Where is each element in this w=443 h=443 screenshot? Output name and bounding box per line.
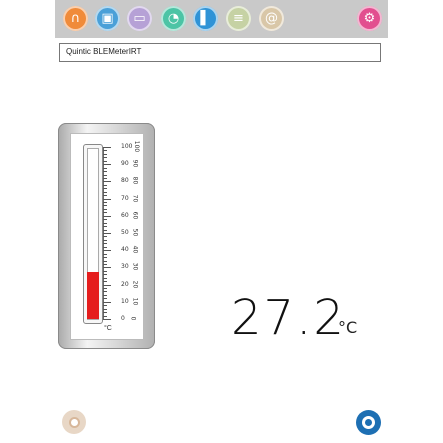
gauge-icon[interactable]: ◔: [161, 6, 186, 31]
scale-tick: [103, 229, 107, 231]
scale-label: 100: [121, 143, 133, 150]
scale-tick: [103, 171, 107, 173]
scale-label-rotated: 20: [131, 280, 139, 288]
scale-label: 20: [121, 280, 129, 288]
thermometer-mercury: [87, 272, 99, 319]
scale-tick: [103, 243, 107, 245]
scale-label-rotated: 100: [133, 140, 141, 153]
scale-label: 40: [121, 246, 129, 254]
scale-tick: [103, 236, 107, 238]
scale-tick: [103, 305, 107, 307]
scale-tick: [103, 198, 111, 200]
scale-tick: [103, 250, 111, 252]
folder-icon[interactable]: ▭: [127, 6, 152, 31]
scale-label-rotated: 0: [129, 316, 137, 321]
scale-label: 90: [121, 160, 129, 168]
scale-tick: [103, 315, 107, 317]
scale-tick: [103, 174, 107, 176]
scale-tick: [103, 226, 107, 228]
scale-tick: [103, 319, 111, 320]
scale-label: 60: [121, 211, 129, 219]
scale-label: 80: [121, 177, 129, 185]
scale-tick: [103, 294, 107, 296]
scale-tick: [103, 208, 107, 210]
device-select[interactable]: Quintic BLEMeterIRT: [59, 43, 381, 62]
scale-tick: [103, 301, 111, 303]
scale-label: 0: [121, 315, 125, 322]
scale-tick: [103, 184, 107, 186]
save-icon[interactable]: ▣: [95, 6, 120, 31]
scale-tick: [103, 270, 107, 272]
scale-tick: [103, 212, 107, 214]
scale-tick: [103, 233, 111, 234]
scale-tick: [103, 191, 107, 193]
scale-label-rotated: 50: [131, 228, 139, 237]
scale-tick: [103, 195, 107, 197]
scale-tick: [103, 284, 111, 286]
scale-tick: [103, 257, 107, 259]
scale-tick: [103, 205, 107, 207]
temperature-unit: °C: [338, 318, 358, 337]
scale-tick: [103, 291, 107, 293]
list-icon[interactable]: ≡: [226, 6, 251, 31]
scale-label-rotated: 70: [131, 194, 139, 202]
scale-label: 30: [121, 263, 129, 271]
scale-label: 50: [121, 229, 129, 236]
scale-tick: [103, 253, 107, 255]
scale-tick: [103, 157, 107, 159]
scan-icon[interactable]: ∩: [63, 6, 88, 31]
device-name: Quintic BLEMeterIRT: [66, 47, 142, 56]
scale-tick: [103, 298, 107, 300]
scale-tick: [103, 147, 111, 148]
settings-icon[interactable]: ⚙: [357, 6, 382, 31]
scale-tick: [103, 160, 107, 162]
scale-tick: [103, 177, 107, 179]
scale-tick: [103, 215, 111, 217]
scale-tick: [103, 308, 107, 310]
scale-tick: [103, 164, 111, 166]
scale-tick: [103, 153, 107, 155]
scale-tick: [103, 277, 107, 279]
camera-icon[interactable]: [62, 410, 86, 434]
at-icon[interactable]: @: [259, 6, 284, 31]
scale-label: 10: [121, 297, 129, 305]
scale-tick: [103, 188, 107, 190]
scale-tick: [103, 202, 107, 204]
scale-tick: [103, 246, 107, 248]
scale-tick: [103, 267, 111, 269]
chart-icon[interactable]: ▌: [193, 6, 218, 31]
scale-tick: [103, 222, 107, 224]
scale-tick: [103, 260, 107, 262]
scale-label-rotated: 30: [131, 263, 139, 271]
scale-tick: [103, 281, 107, 283]
scale-tick: [103, 167, 107, 169]
scale-tick: [103, 263, 107, 265]
scale-tick: [103, 181, 111, 183]
scale-label-rotated: 10: [131, 297, 139, 306]
scale-label: 70: [121, 194, 129, 202]
scale-tick: [103, 239, 107, 241]
thermometer-unit: °C: [104, 325, 112, 332]
toolbar: ∩ ▣ ▭ ◔ ▌ ≡ @ ⚙: [55, 0, 388, 38]
scale-tick: [103, 219, 107, 221]
scale-label-rotated: 80: [131, 177, 139, 185]
quintic-logo: [356, 410, 381, 435]
scale-label-rotated: 40: [131, 245, 139, 254]
scale-label-rotated: 90: [131, 159, 139, 168]
scale-tick: [103, 150, 107, 152]
scale-tick: [103, 312, 107, 314]
temperature-value: 27.2: [231, 290, 346, 346]
scale-tick: [103, 288, 107, 290]
scale-label-rotated: 60: [131, 211, 139, 220]
scale-tick: [103, 274, 107, 276]
